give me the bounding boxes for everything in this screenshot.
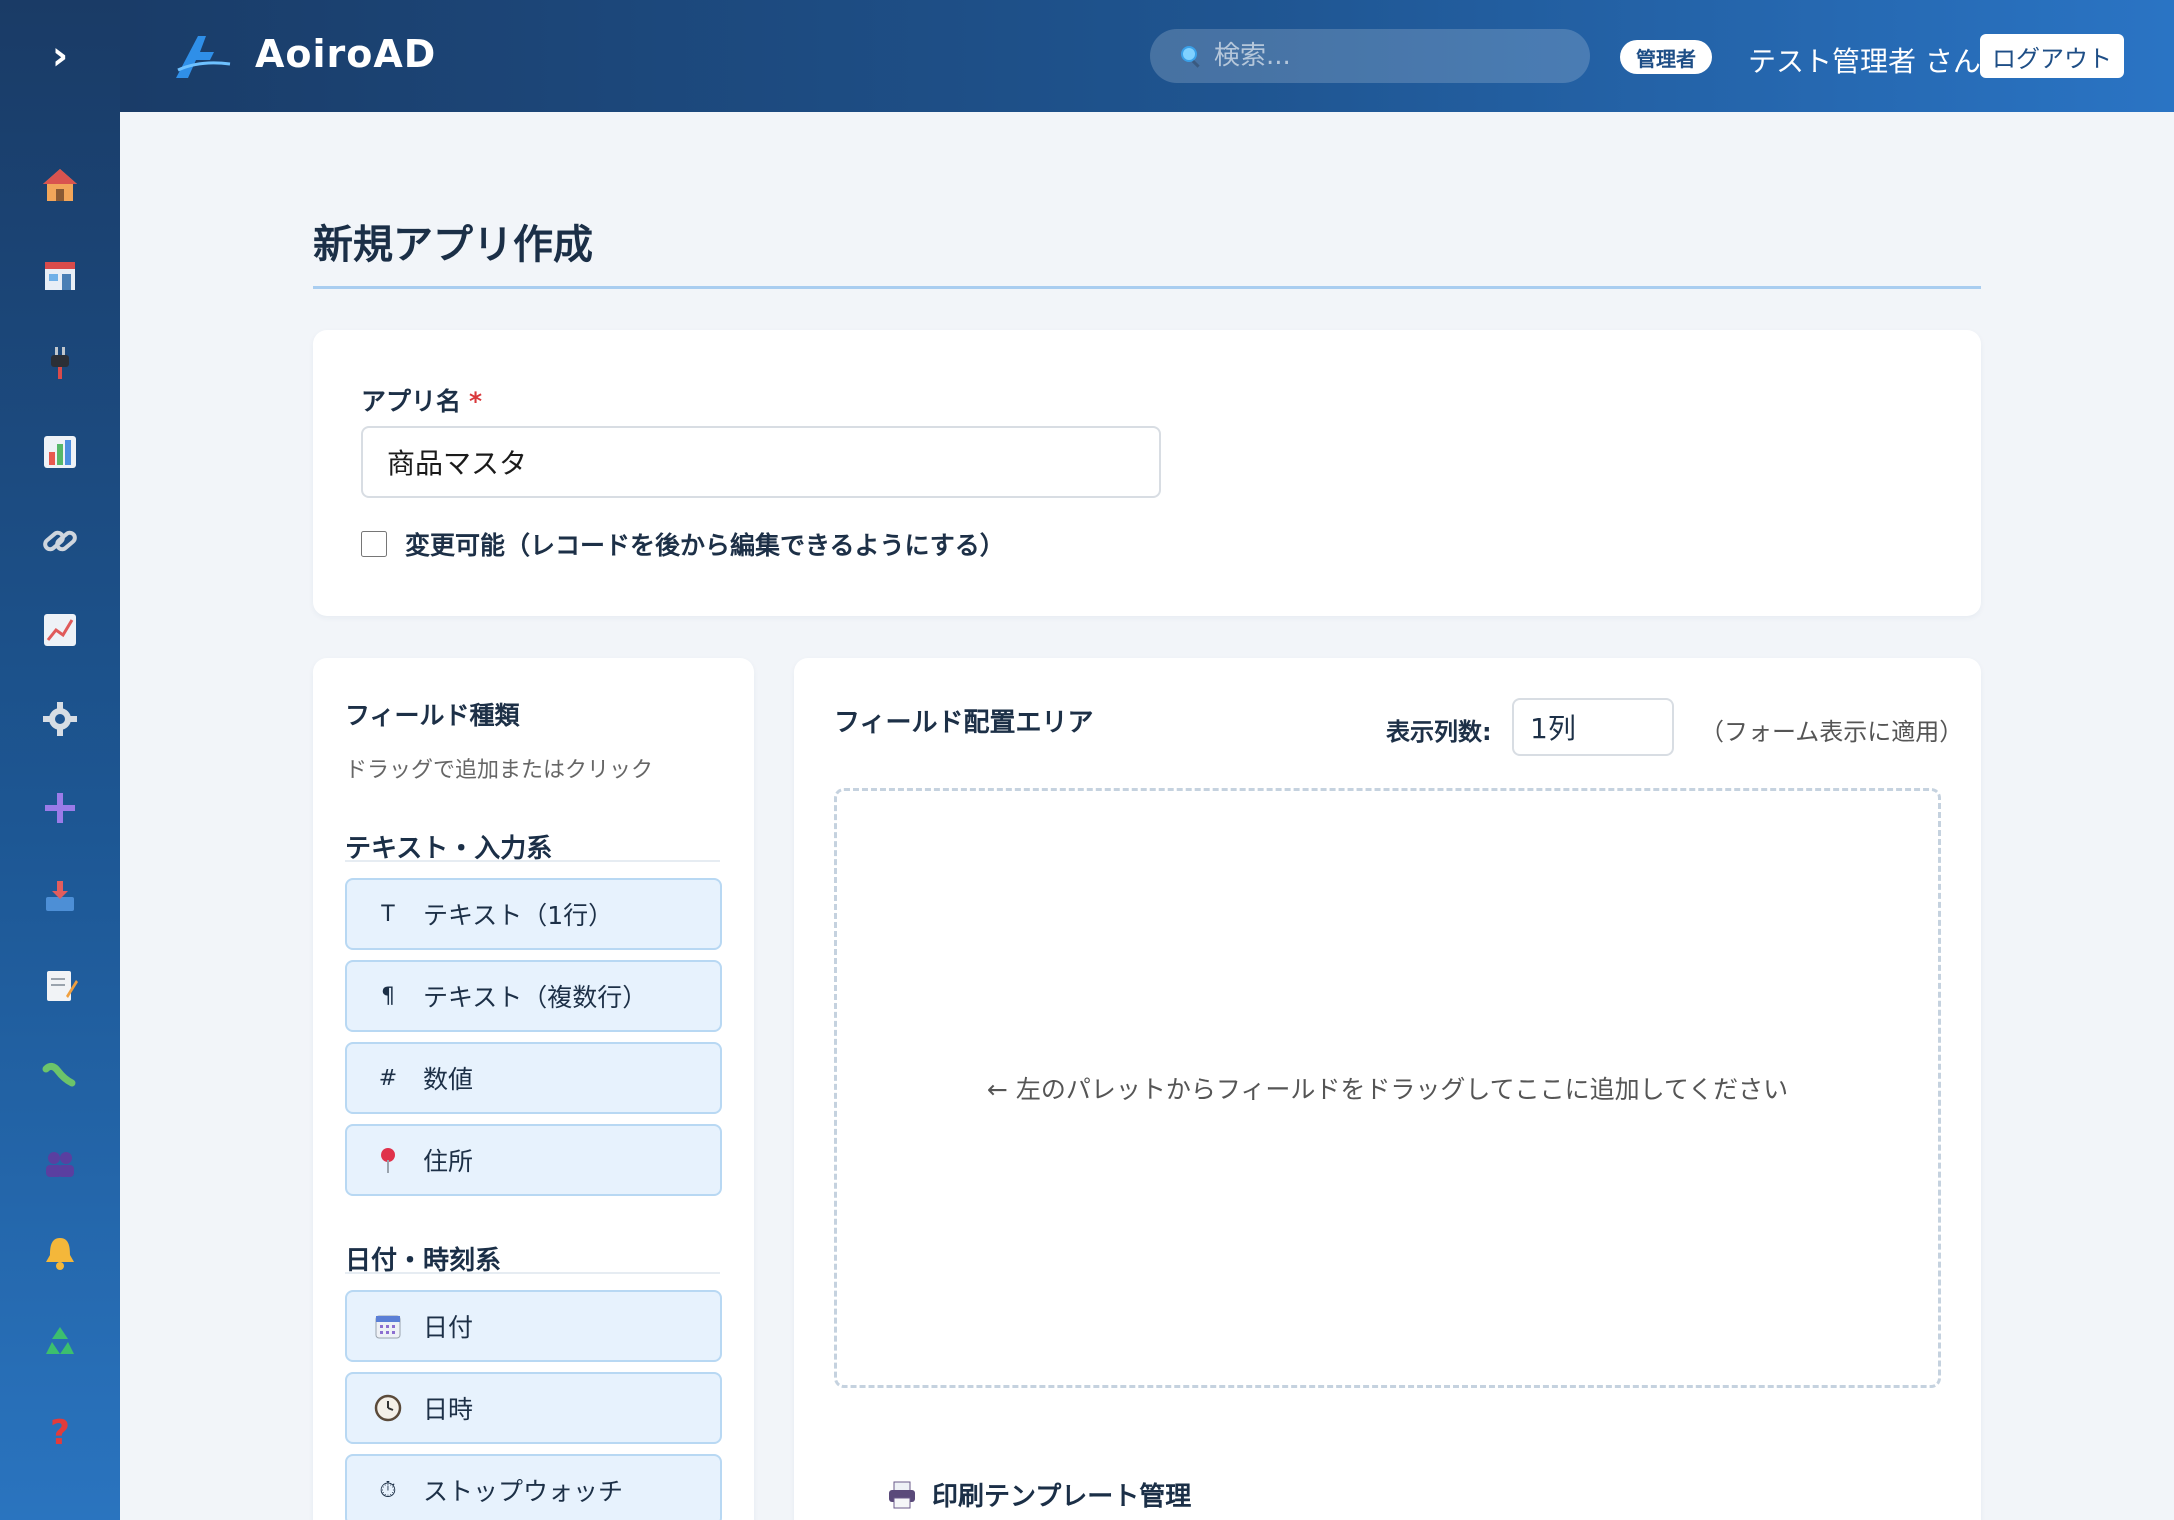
columns-select[interactable]: 1列 (1512, 698, 1674, 756)
title-divider (313, 286, 1981, 289)
sidebar-item-links[interactable] (0, 496, 120, 585)
columns-select-value: 1列 (1530, 712, 1576, 745)
logo-icon (176, 36, 231, 78)
text-icon: T (381, 901, 395, 927)
hash-icon: # (378, 1065, 398, 1091)
field-type-address[interactable]: 住所 (345, 1124, 722, 1196)
sidebar-toggle-button[interactable]: › (0, 0, 120, 112)
sidebar-item-new[interactable] (0, 763, 120, 852)
bell-icon (46, 1237, 74, 1270)
field-type-label: テキスト（複数行） (423, 983, 648, 1012)
printer-icon (889, 1481, 915, 1508)
field-drop-zone[interactable]: ← 左のパレットからフィールドをドラッグしてここに追加してください (834, 788, 1941, 1388)
field-type-date[interactable]: 日付 (345, 1290, 722, 1362)
layout-area-title: フィールド配置エリア (834, 708, 1094, 738)
worm-icon (42, 1062, 76, 1086)
question-icon: ? (50, 1413, 70, 1451)
palette-title: フィールド種類 (345, 701, 520, 730)
field-type-stopwatch[interactable]: ⏱ ストップウォッチ (345, 1454, 722, 1520)
memo-icon (47, 970, 78, 1001)
recycle-icon (46, 1326, 74, 1354)
app-name-input[interactable] (361, 426, 1161, 498)
field-type-text-multi[interactable]: ¶ テキスト（複数行） (345, 960, 722, 1032)
group-divider (345, 1272, 720, 1274)
required-mark: * (469, 387, 483, 416)
editable-checkbox-label: 変更可能（レコードを後から編集できるようにする） (405, 531, 1005, 560)
plug-icon (51, 346, 69, 379)
print-template-section[interactable]: 印刷テンプレート管理 (886, 1476, 1191, 1513)
search-box (1150, 29, 1590, 83)
line-chart-icon (44, 613, 76, 646)
page-title: 新規アプリ作成 (313, 222, 593, 268)
columns-label: 表示列数: (1386, 718, 1492, 746)
paragraph-icon: ¶ (381, 983, 395, 1009)
pin-icon (371, 1145, 405, 1175)
gear-icon (43, 701, 77, 736)
app-logo-text: AoiroAD (255, 32, 437, 76)
stopwatch-icon: ⏱ (379, 1477, 397, 1503)
palette-hint: ドラッグで追加またはクリック (345, 758, 654, 783)
field-type-label: 住所 (423, 1147, 474, 1176)
sidebar-item-recycle[interactable] (0, 1297, 120, 1386)
sidebar-item-users[interactable] (0, 1119, 120, 1208)
sidebar-item-analytics[interactable] (0, 585, 120, 674)
inbox-tray-icon (46, 880, 74, 911)
editable-option[interactable]: 変更可能（レコードを後から編集できるようにする） (361, 526, 1005, 562)
field-type-text-single[interactable]: T テキスト（1行） (345, 878, 722, 950)
role-badge: 管理者 (1620, 40, 1712, 74)
sidebar: › ? (0, 0, 120, 1520)
app-name-label: アプリ名 * (361, 382, 482, 418)
sidebar-item-notifications[interactable] (0, 1208, 120, 1297)
logout-button[interactable]: ログアウト (1980, 34, 2124, 78)
home-icon (43, 168, 77, 201)
chevron-right-icon: › (51, 33, 69, 79)
field-layout-area: フィールド配置エリア 表示列数: 1列 （フォーム表示に適用） ← 左のパレット… (794, 658, 1981, 1520)
sidebar-item-help[interactable]: ? (0, 1386, 120, 1475)
sidebar-item-store[interactable] (0, 229, 120, 318)
top-header: AoiroAD 管理者 テスト管理者 さん ログアウト (120, 0, 2174, 112)
field-type-label: テキスト（1行） (423, 901, 614, 930)
plus-icon (45, 792, 75, 823)
sidebar-item-memo[interactable] (0, 941, 120, 1030)
field-type-label: 数値 (423, 1065, 474, 1094)
group-divider (345, 860, 720, 862)
sidebar-item-reports[interactable] (0, 407, 120, 496)
drop-zone-hint: ← 左のパレットからフィールドをドラッグしてここに追加してください (986, 1075, 1789, 1104)
print-template-title: 印刷テンプレート管理 (932, 1482, 1192, 1512)
sidebar-item-home[interactable] (0, 140, 120, 229)
columns-note: （フォーム表示に適用） (1700, 718, 1964, 746)
field-type-number[interactable]: # 数値 (345, 1042, 722, 1114)
field-type-label: 日時 (423, 1395, 474, 1424)
sidebar-nav: ? (0, 140, 120, 1475)
users-icon (46, 1151, 74, 1177)
editable-checkbox[interactable] (361, 531, 387, 557)
field-type-label: 日付 (423, 1313, 474, 1342)
clock-icon (371, 1393, 405, 1423)
search-input[interactable] (1214, 41, 1554, 71)
app-settings-card: アプリ名* 変更可能（レコードを後から編集できるようにする） (313, 330, 1981, 616)
calendar-icon (371, 1311, 405, 1341)
search-icon (1181, 46, 1200, 68)
link-icon (43, 530, 77, 551)
sidebar-item-import[interactable] (0, 852, 120, 941)
user-name: テスト管理者 さん (1748, 45, 1981, 78)
app-name-label-text: アプリ名 (361, 387, 462, 416)
sidebar-item-plug[interactable] (0, 318, 120, 407)
field-palette: フィールド種類 ドラッグで追加またはクリック テキスト・入力系 T テキスト（1… (313, 658, 754, 1520)
svg-text:?: ? (50, 1413, 70, 1451)
bar-chart-icon (44, 435, 76, 468)
sidebar-item-settings[interactable] (0, 674, 120, 763)
field-type-datetime[interactable]: 日時 (345, 1372, 722, 1444)
sidebar-item-workflow[interactable] (0, 1030, 120, 1119)
field-type-label: ストップウォッチ (423, 1477, 624, 1506)
store-icon (45, 261, 75, 290)
